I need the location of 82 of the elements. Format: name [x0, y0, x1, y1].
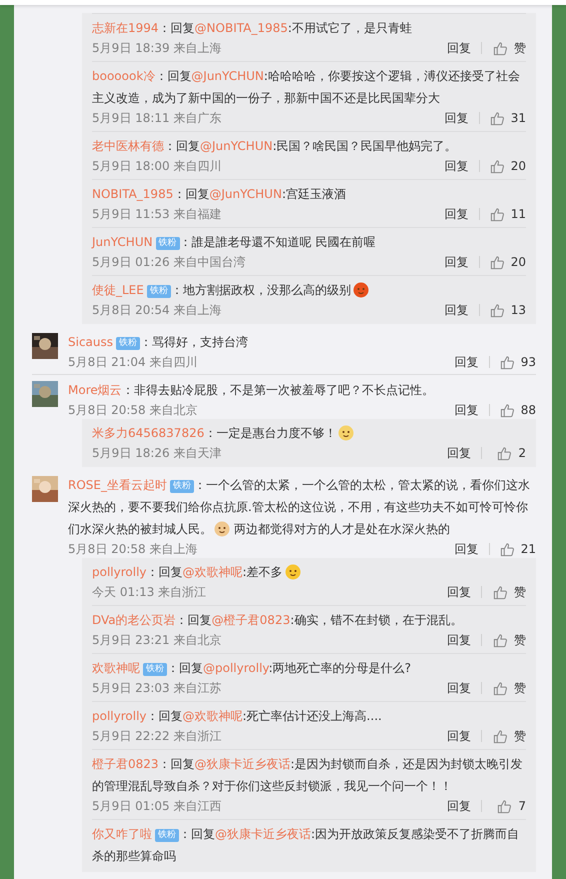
comment-time: 5月9日 22:22 来自浙江	[92, 728, 222, 745]
fan-badge: 铁粉	[170, 480, 194, 493]
like-button[interactable]: 13	[490, 301, 526, 319]
comment-text: 欢歌神呢 铁粉 ：回复@pollyrolly:两地死亡率的分母是什么?	[92, 660, 412, 678]
comment-text: boooook冷：回复@JunYCHUN:哈哈哈哈，你要按这个逻辑，溥仪还接受了社会主义改造，成为了新中国的一份子，那新中国不还是比民国辈分大	[92, 68, 521, 107]
reply-link[interactable]: 回复	[447, 727, 471, 745]
fan-badge: 铁粉	[143, 663, 167, 676]
reply-link[interactable]: 回复	[454, 401, 479, 419]
like-button[interactable]: 31	[490, 109, 526, 127]
comment-time: 今天 01:13 来自浙江	[92, 584, 208, 601]
reply-link[interactable]: 回复	[447, 631, 471, 649]
thumbs-up-icon	[490, 254, 505, 270]
reply-link[interactable]: 回复	[454, 540, 479, 558]
comment-time: 5月8日 21:04 来自四川	[68, 354, 198, 371]
comment-text: 使徒_LEE 铁粉 ：地方割据政权，没那么高的级别	[92, 279, 526, 301]
fan-badge: 铁粉	[156, 237, 180, 250]
thumbs-up-icon	[497, 446, 512, 460]
comment-time: 5月9日 01:05 来自江西	[92, 798, 222, 815]
comment-time: 5月9日 18:39 来自上海	[92, 40, 222, 57]
thumbs-up-icon	[490, 158, 505, 174]
reply-link[interactable]: 回复	[447, 39, 471, 57]
reply-link[interactable]: 回复	[444, 109, 469, 127]
like-button[interactable]: 20	[490, 157, 526, 175]
reply-link[interactable]: 回复	[447, 444, 471, 462]
comment-time: 5月9日 23:03 来自江苏	[92, 680, 222, 697]
like-button[interactable]: 20	[490, 253, 526, 271]
comment-text: 志新在1994：回复@NOBITA_1985:不用试它了，是只青蛙	[92, 20, 413, 37]
comment-time: 5月9日 23:21 来自北京	[92, 632, 222, 649]
like-button[interactable]: 93	[500, 353, 536, 371]
like-button[interactable]: 21	[500, 540, 536, 558]
reply-link[interactable]: 回复	[444, 157, 469, 175]
thumbs-up-icon	[493, 584, 508, 600]
comment-time: 5月8日 20:58 来自北京	[68, 402, 198, 419]
thumbs-up-icon	[490, 302, 505, 318]
thumbs-up-icon	[497, 798, 512, 814]
thumbs-up-icon	[493, 728, 508, 744]
fan-badge: 铁粉	[146, 285, 171, 298]
thumbs-up-icon	[500, 542, 515, 556]
reply-link[interactable]: 回复	[444, 253, 469, 271]
like-button[interactable]: 赞	[492, 679, 526, 697]
reply-link[interactable]: 回复	[447, 583, 471, 601]
comment-text: Sicauss 铁粉 ：骂得好，支持台湾	[68, 334, 250, 352]
comment-time: 5月9日 11:53 来自福建	[92, 206, 222, 223]
comment-time: 5月9日 01:26 来自中国台湾	[92, 254, 246, 271]
comment-text: More烟云：非得去贴冷屁股，不是第一次被羞辱了吧？不长点记性。	[68, 382, 435, 399]
comment-time: 5月9日 18:26 来自天津	[92, 445, 222, 462]
like-button[interactable]: 赞	[492, 583, 526, 601]
comment-time: 5月9日 18:00 来自四川	[92, 158, 222, 175]
thumbs-up-icon	[493, 40, 508, 56]
comment-time: 5月8日 20:58 来自上海	[68, 541, 198, 558]
like-button[interactable]: 7	[492, 797, 526, 815]
comment-time: 5月8日 20:54 来自上海	[92, 302, 222, 319]
thumbs-up-icon	[500, 354, 515, 370]
fan-badge: 铁粉	[155, 829, 179, 842]
like-button[interactable]: 赞	[492, 631, 526, 649]
like-button[interactable]: 赞	[492, 39, 526, 57]
comment-text: ROSE_坐看云起时 铁粉 ：一个么管的太紧，一个么管的太松，管太紧的说，看你们这水深火热的，要不要我们给你点抗原.管太松的这位说，不用，有这些功夫不如可怜可怜你们水深火热的被封城人民。 两边都觉得对方的人才是处在水深火热的	[68, 477, 531, 539]
thumbs-up-icon	[493, 632, 508, 648]
reply-link[interactable]: 回复	[447, 797, 471, 815]
reply-link[interactable]: 回复	[444, 205, 469, 223]
like-button[interactable]: 赞	[492, 727, 526, 745]
comment-text: 橙子君0823：回复@狄康卡近乡夜话:是因为封锁而自杀，还是因为封锁太晚引发的管理混乱导致自杀？对于你们这些反封锁派，我见一个问一个！！	[92, 756, 524, 795]
comment-text: DVa的老公页岩：回复@橙子君0823:确实，错不在封锁，在于混乱。	[92, 612, 464, 629]
reply-link[interactable]: 回复	[454, 353, 479, 371]
like-button[interactable]: 88	[500, 401, 536, 419]
thumbs-up-icon	[493, 680, 508, 696]
comment-time: 5月9日 18:11 来自广东	[92, 110, 222, 127]
fan-badge: 铁粉	[116, 337, 140, 350]
reply-link[interactable]: 回复	[444, 301, 469, 319]
comment-text: NOBITA_1985：回复@JunYCHUN:宫廷玉液酒	[92, 186, 347, 203]
comment-text: 米多力6456837826：一定是惠台力度不够！	[92, 422, 526, 444]
comment-text: 你又咋了啦 铁粉 ：回复@狄康卡近乡夜话:因为开放政策反复感染受不了折腾而自杀的那些算命吗	[92, 826, 520, 865]
comment-text: 老中医林有德：回复@JunYCHUN:民国？啥民国？民国早他妈完了。	[92, 138, 458, 155]
thumbs-up-icon	[490, 110, 505, 126]
thumbs-up-icon	[490, 206, 505, 222]
comment-text: pollyrolly：回复@欢歌神呢:差不多	[92, 561, 526, 583]
like-button[interactable]: 2	[492, 444, 526, 462]
thumbs-up-icon	[500, 402, 515, 418]
comment-text: JunYCHUN 铁粉 ：誰是誰老母還不知道呢 民國在前喔	[92, 234, 376, 252]
reply-link[interactable]: 回复	[447, 679, 471, 697]
like-button[interactable]: 11	[490, 205, 526, 223]
comment-text: pollyrolly：回复@欢歌神呢:死亡率估计还没上海高....	[92, 708, 383, 725]
